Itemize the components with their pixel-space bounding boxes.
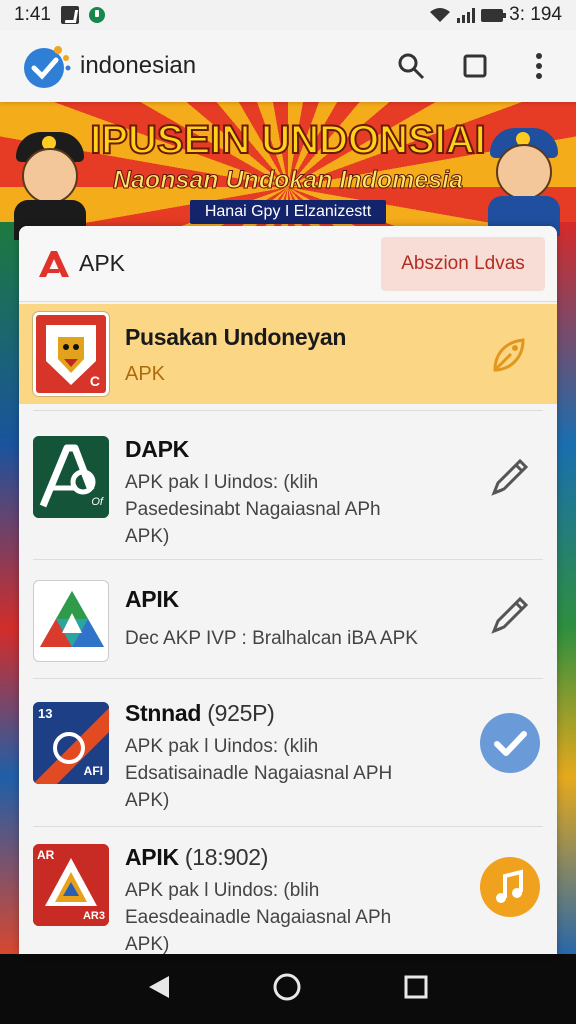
square-icon[interactable] [460,51,490,81]
more-vert-icon[interactable] [524,51,554,81]
notification-icon [60,6,79,24]
list-item[interactable]: Of DAPK APK pak l Uindos: (klih Pasedesi… [19,422,557,552]
list-item[interactable]: 13 AFI Stnnad (925P) APK pak l Uindos: (… [19,690,557,820]
item-desc: Dec AKP IVP : Bralhalcan iBA APK [125,628,418,649]
app-title: indonesian [80,52,197,79]
mascot-right [478,114,570,236]
divider [33,826,543,827]
thumb-label: C [89,373,100,389]
apk-logo-icon [37,246,73,282]
tag-icon[interactable] [479,324,541,386]
search-icon[interactable] [396,51,426,81]
list-item[interactable]: C Pusakan Undoneyan APK [19,304,557,404]
app-thumbnail: C [33,312,109,396]
check-circle-icon[interactable] [479,712,541,774]
app-thumbnail [33,580,109,662]
mascot-left [4,118,96,240]
app-logo-icon [24,46,71,88]
signal-icon [457,7,476,23]
thumb-label: AR [37,848,55,862]
banner-tagline: Hanai Gpy I Elzanizestt [190,200,386,224]
item-desc: APK pak l Uindos: (klih Pasedesinabt Nag… [125,472,381,547]
thumb-label: AR3 [82,910,105,922]
thumb-label: 13 [38,706,53,721]
music-note-icon[interactable] [479,856,541,918]
wifi-icon [430,8,451,22]
item-desc: APK [125,363,166,385]
pencil-icon[interactable] [479,584,541,646]
card-header: APK Abszion Ldvas [19,226,557,302]
list-item[interactable]: APIK Dec AKP IVP : Bralhalcan iBA APK [19,570,557,670]
item-title: Pusakan Undoneyan [125,324,347,350]
divider [33,678,543,679]
thumb-label: AFI [83,764,103,778]
divider [33,559,543,560]
back-icon[interactable] [147,974,171,1005]
item-title: DAPK [125,436,189,462]
recents-icon[interactable] [403,974,429,1005]
list-item[interactable]: AR AR3 APIK (18:902) APK pak l Uindos: (… [19,834,557,954]
apk-list-card: APK Abszion Ldvas C Pusakan Undoneyan AP… [19,226,557,954]
divider [33,410,543,411]
system-nav-bar [0,954,576,1024]
pencil-icon[interactable] [479,446,541,508]
item-title: APIK [125,586,179,612]
app-thumbnail: 13 AFI [33,702,109,784]
item-desc: APK pak l Uindos: (klih Edsatisainadle N… [125,736,393,811]
banner-strip-right [554,222,576,954]
whatsapp-icon [88,7,105,23]
item-desc: APK pak l Uindos: (blih Eaesdeainadle Na… [125,880,392,954]
app-bar: indonesian [0,30,576,102]
app-thumbnail: Of [33,436,109,518]
status-time: 1:41 [14,4,51,25]
header-action-button[interactable]: Abszion Ldvas [381,236,545,291]
battery-icon [481,8,507,22]
thumb-label: Of [91,496,103,508]
status-clock-right: 3: 194 [509,4,562,25]
app-thumbnail: AR AR3 [33,844,109,926]
item-title: Stnnad (925P) [125,700,275,726]
status-bar: 1:41 3: 194 [0,0,576,30]
item-title: APIK (18:902) [125,844,269,870]
home-icon[interactable] [272,972,302,1007]
card-header-label: APK [79,250,126,276]
